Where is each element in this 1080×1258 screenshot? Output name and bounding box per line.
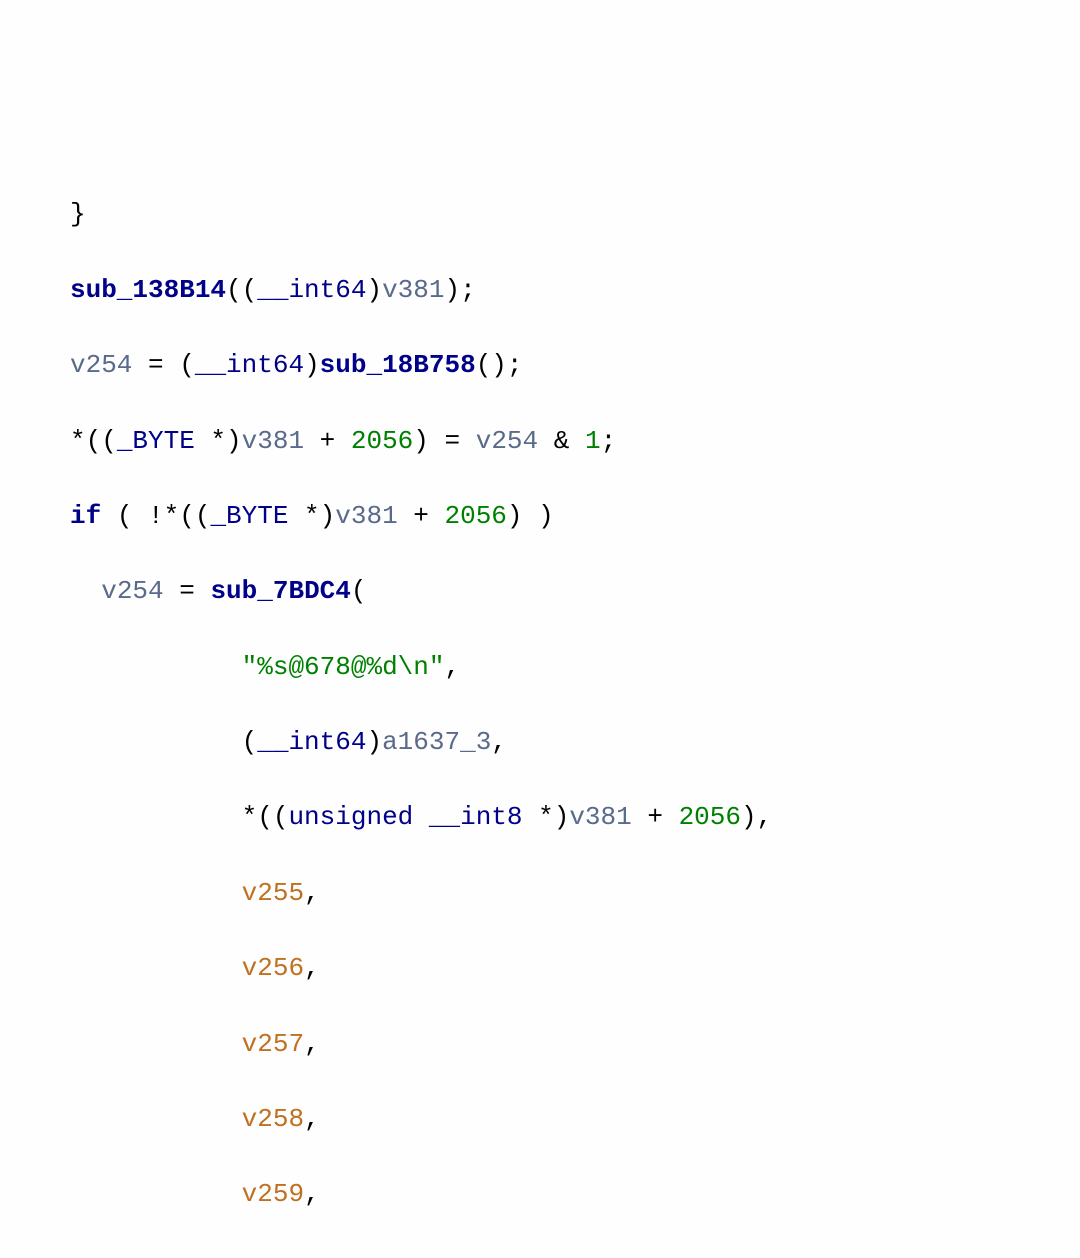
- fn-call: sub_18B758: [320, 350, 476, 380]
- code-line: v258,: [70, 1101, 1080, 1139]
- decompiled-code-view: } sub_138B14((__int64)v381); v254 = (__i…: [0, 151, 1080, 1258]
- keyword-if: if: [70, 501, 101, 531]
- code-line: }: [70, 196, 1080, 234]
- code-line: v259,: [70, 1176, 1080, 1214]
- string-literal: "%s@678@%d\n": [242, 652, 445, 682]
- code-line: if ( !*((_BYTE *)v381 + 2056) ): [70, 498, 1080, 536]
- code-line: v254 = (__int64)sub_18B758();: [70, 347, 1080, 385]
- code-line: sub_138B14((__int64)v381);: [70, 272, 1080, 310]
- fn-call: sub_7BDC4: [210, 576, 350, 606]
- code-line: *((_BYTE *)v381 + 2056) = v254 & 1;: [70, 423, 1080, 461]
- brace: }: [70, 199, 86, 229]
- code-line: *((unsigned __int8 *)v381 + 2056),: [70, 799, 1080, 837]
- code-line: v256,: [70, 950, 1080, 988]
- code-line: (__int64)a1637_3,: [70, 724, 1080, 762]
- code-line: v257,: [70, 1026, 1080, 1064]
- code-line: v255,: [70, 875, 1080, 913]
- code-line: v366);: [70, 1252, 1080, 1258]
- fn-call: sub_138B14: [70, 275, 226, 305]
- code-line: v254 = sub_7BDC4(: [70, 573, 1080, 611]
- code-line: "%s@678@%d\n",: [70, 649, 1080, 687]
